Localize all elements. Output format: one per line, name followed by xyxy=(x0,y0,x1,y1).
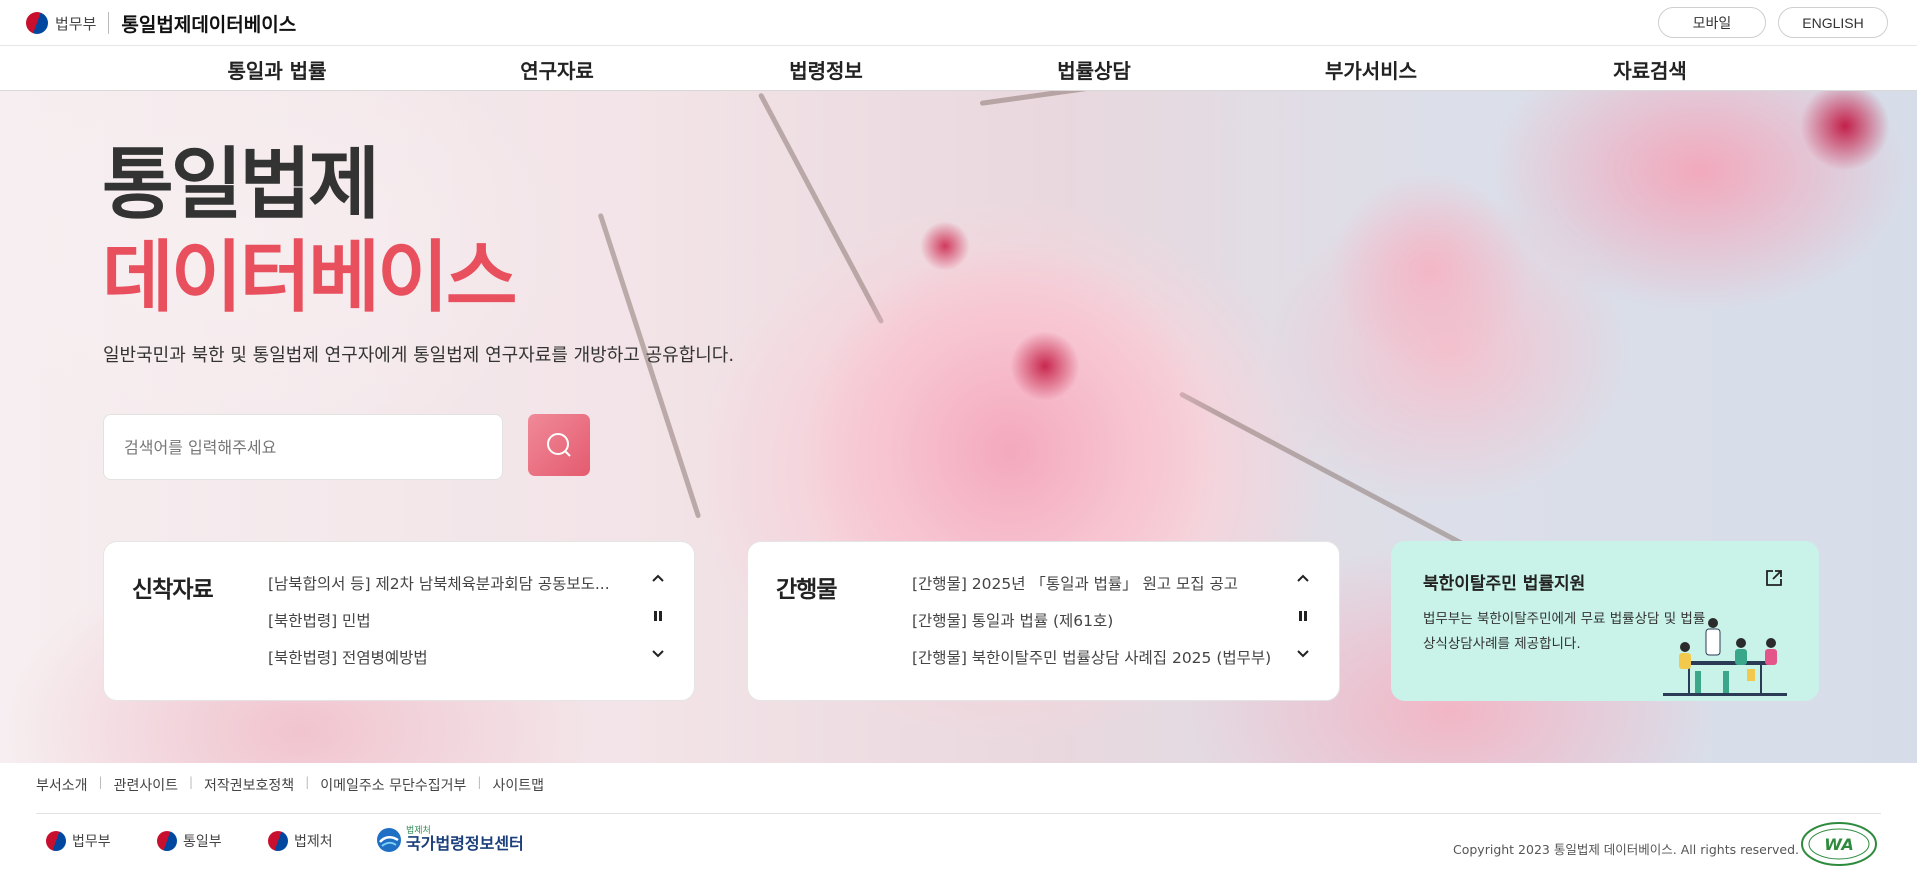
wa-certification-mark-icon[interactable]: WA xyxy=(1800,821,1878,867)
new-materials-item[interactable]: [남북합의서 등] 제2차 남북체육분과회담 공동보도... xyxy=(268,572,638,594)
publications-item[interactable]: [간행물] 2025년 「통일과 법률」 원고 모집 공고 xyxy=(912,572,1285,594)
publications-heading: 간행물 xyxy=(776,577,837,603)
footer-link-sitemap[interactable]: 사이트맵 xyxy=(492,775,544,795)
pause-icon[interactable] xyxy=(1295,608,1311,624)
support-title: 북한이탈주민 법률지원 xyxy=(1423,574,1586,594)
footer-logo-moj[interactable]: 법무부 xyxy=(46,831,111,851)
pause-icon[interactable] xyxy=(650,608,666,624)
nav-item-data-search[interactable]: 자료검색 xyxy=(1613,55,1687,84)
nav-item-laws[interactable]: 법령정보 xyxy=(789,55,863,84)
mobile-button[interactable]: 모바일 xyxy=(1658,7,1766,38)
publications-item[interactable]: [간행물] 북한이탈주민 법률상담 사례집 2025 (법무부) xyxy=(912,646,1285,668)
new-materials-card: 신착자료 [남북합의서 등] 제2차 남북체육분과회담 공동보도... [북한법… xyxy=(103,541,695,701)
footer-logo-unification[interactable]: 통일부 xyxy=(157,831,222,851)
meeting-people-illustration xyxy=(1663,618,1787,696)
law-center-label: 국가법령정보센터 xyxy=(406,834,524,854)
footer-divider: | xyxy=(305,775,310,789)
footer-logo-label: 법무부 xyxy=(72,834,111,850)
copyright-text: Copyright 2023 통일법제 데이터베이스. All rights r… xyxy=(1453,842,1799,857)
law-center-logo-icon xyxy=(377,828,401,853)
footer-link-copyright-policy[interactable]: 저작권보호정책 xyxy=(204,775,294,795)
blossom-decoration xyxy=(920,221,970,271)
new-materials-heading: 신착자료 xyxy=(132,577,214,603)
brand-divider xyxy=(108,12,110,34)
nav-item-unification-law[interactable]: 통일과 법률 xyxy=(228,55,327,84)
ministry-name: 법무부 xyxy=(55,14,97,33)
site-title: 통일법제데이터베이스 xyxy=(121,13,297,36)
taegeuk-logo-icon xyxy=(157,831,177,851)
branch-decoration xyxy=(979,91,1397,106)
footer: 부서소개 | 관련사이트 | 저작권보호정책 | 이메일주소 무단수집거부 | … xyxy=(0,763,1917,870)
hero-subtitle: 일반국민과 북한 및 통일법제 연구자에게 통일법제 연구자료를 개방하고 공유… xyxy=(103,345,735,366)
external-link-icon[interactable] xyxy=(1765,569,1783,587)
publications-item[interactable]: [간행물] 통일과 법률 (제61호) xyxy=(912,609,1285,631)
footer-logo-label: 법제처 xyxy=(294,834,333,850)
footer-divider-line xyxy=(36,813,1881,814)
blossom-decoration xyxy=(1800,91,1890,171)
footer-divider: | xyxy=(477,775,482,789)
chevron-down-icon[interactable] xyxy=(650,646,666,662)
footer-links: 부서소개 | 관련사이트 | 저작권보호정책 | 이메일주소 무단수집거부 | … xyxy=(36,775,544,795)
footer-link-department[interactable]: 부서소개 xyxy=(36,775,88,795)
search-input[interactable] xyxy=(103,414,503,480)
chevron-down-icon[interactable] xyxy=(1295,646,1311,662)
nav-item-legal-consult[interactable]: 법률상담 xyxy=(1057,55,1131,84)
hero-title-line1: 통일법제 xyxy=(102,140,380,230)
footer-divider: | xyxy=(98,775,103,789)
taegeuk-logo-icon xyxy=(26,12,48,34)
footer-logo-moleg[interactable]: 법제처 xyxy=(268,831,333,851)
svg-text:WA: WA xyxy=(1824,835,1853,854)
english-button[interactable]: ENGLISH xyxy=(1778,7,1888,38)
hero-banner: 통일법제 데이터베이스 일반국민과 북한 및 통일법제 연구자에게 통일법제 연… xyxy=(0,91,1917,763)
top-bar: 법무부 통일법제데이터베이스 모바일 ENGLISH xyxy=(0,0,1917,46)
blossom-decoration xyxy=(1010,331,1080,401)
chevron-up-icon[interactable] xyxy=(1295,570,1311,586)
taegeuk-logo-icon xyxy=(46,831,66,851)
new-materials-item[interactable]: [북한법령] 민법 xyxy=(268,609,638,631)
search-icon xyxy=(547,433,571,457)
footer-link-email-refusal[interactable]: 이메일주소 무단수집거부 xyxy=(320,775,466,795)
chevron-up-icon[interactable] xyxy=(650,570,666,586)
blossom-decoration xyxy=(1330,171,1530,371)
footer-logo-label: 통일부 xyxy=(183,834,222,850)
new-materials-item[interactable]: [북한법령] 전염병예방법 xyxy=(268,646,638,668)
main-nav: 통일과 법률 연구자료 법령정보 법률상담 부가서비스 자료검색 xyxy=(0,47,1917,91)
branch-decoration xyxy=(757,92,885,325)
footer-link-related-sites[interactable]: 관련사이트 xyxy=(114,775,178,795)
publications-card: 간행물 [간행물] 2025년 「통일과 법률」 원고 모집 공고 [간행물] … xyxy=(747,541,1340,701)
site-brand[interactable]: 법무부 통일법제데이터베이스 xyxy=(26,10,296,36)
taegeuk-logo-icon xyxy=(268,831,288,851)
nav-item-extra-services[interactable]: 부가서비스 xyxy=(1325,55,1417,84)
search-button[interactable] xyxy=(528,414,590,476)
hero-title-line2: 데이터베이스 xyxy=(102,233,518,323)
footer-divider: | xyxy=(188,775,194,789)
footer-logo-law-center[interactable]: 법제처 국가법령정보센터 xyxy=(376,826,524,854)
defector-legal-support-card[interactable]: 북한이탈주민 법률지원 법무부는 북한이탈주민에게 무료 법률상담 및 법률상식… xyxy=(1391,541,1819,701)
nav-item-research[interactable]: 연구자료 xyxy=(520,55,594,84)
